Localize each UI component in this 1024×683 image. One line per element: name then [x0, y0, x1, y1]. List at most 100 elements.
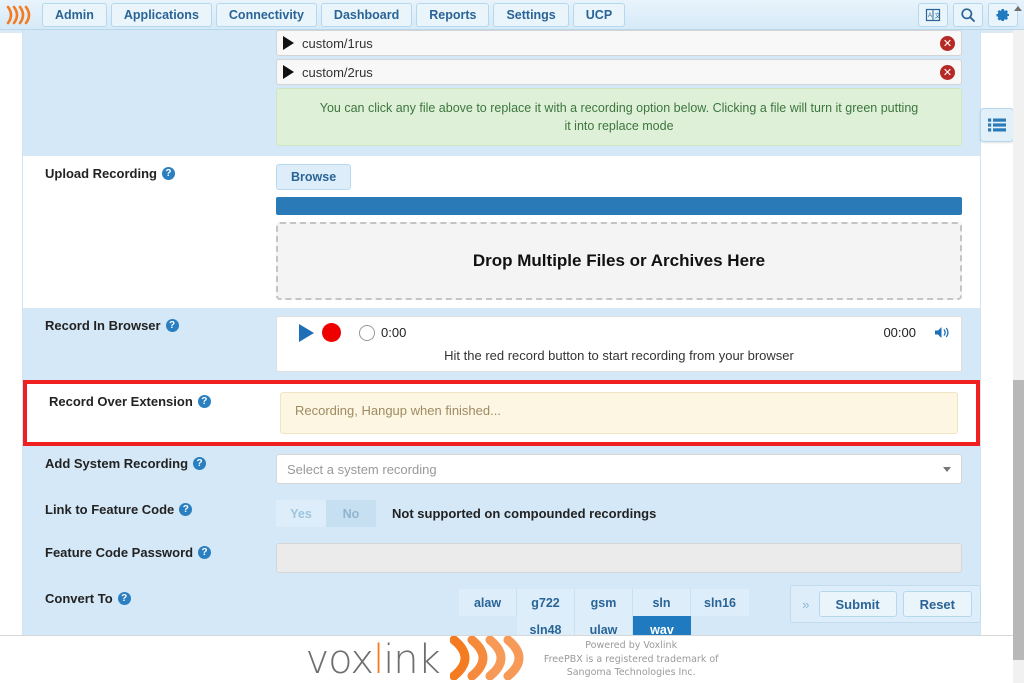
row-add-system-recording: Add System Recording ? Select a system r… — [23, 446, 980, 493]
format-alaw-button[interactable]: alaw — [459, 589, 517, 617]
help-icon[interactable]: ? — [165, 319, 179, 333]
record-in-browser-field-cell: 0:00 00:00 Hit the red record button to … — [268, 308, 980, 380]
row-upload-recording: Upload Recording ? Browse Drop Multiple … — [23, 156, 980, 309]
nav-dashboard-label: Dashboard — [333, 7, 400, 22]
total-time: 00:00 — [883, 325, 916, 341]
format-g722-button[interactable]: g722 — [517, 589, 575, 617]
feature-code-note: Not supported on compounded recordings — [392, 506, 657, 522]
chevron-down-icon — [943, 466, 951, 472]
nav-items: Admin Applications Connectivity Dashboar… — [42, 2, 626, 27]
player-controls: 0:00 00:00 — [287, 323, 951, 343]
link-feature-code-label: Link to Feature Code — [45, 502, 175, 518]
upload-recording-field-cell: Browse Drop Multiple Files or Archives H… — [268, 156, 980, 308]
speaker-icon[interactable] — [934, 325, 951, 340]
nav-reports[interactable]: Reports — [416, 2, 490, 27]
record-in-browser-label: Record In Browser — [45, 318, 161, 334]
system-recording-select-value: Select a system recording — [287, 461, 437, 477]
recorder-hint: Hit the red record button to start recor… — [444, 348, 794, 364]
nav-settings-label: Settings — [506, 7, 556, 22]
nav-ucp-label: UCP — [585, 7, 613, 22]
add-system-recording-field-cell: Select a system recording — [268, 446, 980, 492]
toggle-no-button[interactable]: No — [326, 500, 376, 528]
delete-circle-icon[interactable]: ✕ — [940, 35, 955, 51]
feature-code-password-input[interactable] — [276, 543, 962, 574]
language-icon: A 文 — [925, 8, 941, 21]
nav-connectivity[interactable]: Connectivity — [215, 2, 317, 27]
row-record-over-extension-highlighted: Record Over Extension ? Recording, Hangu… — [23, 380, 980, 447]
record-circle-icon[interactable] — [322, 323, 341, 343]
top-navigation-bar: Admin Applications Connectivity Dashboar… — [0, 0, 1024, 30]
format-sln16-button[interactable]: sln16 — [691, 589, 749, 617]
expand-actions-icon[interactable]: » — [799, 597, 812, 612]
filelist-container: custom/1rus ✕ custom/2rus ✕ You can clic… — [268, 30, 980, 156]
nav-connectivity-label: Connectivity — [228, 7, 304, 22]
convert-to-label: Convert To — [45, 591, 113, 607]
feature-code-password-label: Feature Code Password — [45, 545, 194, 561]
upload-recording-label-cell: Upload Recording ? — [23, 156, 268, 308]
nav-admin[interactable]: Admin — [42, 2, 107, 27]
page-scrollbar-thumb[interactable] — [1013, 380, 1024, 660]
current-time: 0:00 — [381, 325, 407, 341]
help-icon[interactable]: ? — [117, 592, 131, 606]
language-icon-button[interactable]: A 文 — [918, 2, 948, 27]
nav-dashboard[interactable]: Dashboard — [320, 2, 413, 27]
nav-reports-label: Reports — [429, 7, 477, 22]
nav-settings[interactable]: Settings — [493, 2, 569, 27]
footer-line-1: Powered by Voxlink — [585, 639, 678, 651]
record-over-extension-label: Record Over Extension — [49, 394, 193, 410]
feature-code-toggle-group: Yes No Not supported on compounded recor… — [276, 500, 962, 528]
play-icon[interactable] — [283, 65, 294, 79]
replace-mode-hint: You can click any file above to replace … — [276, 88, 962, 147]
file-dropzone[interactable]: Drop Multiple Files or Archives Here — [276, 222, 962, 301]
seek-handle[interactable] — [359, 324, 375, 341]
format-row-1: alaw g722 gsm sln sln16 — [459, 589, 749, 617]
reset-button[interactable]: Reset — [902, 591, 972, 617]
row-feature-code-password: Feature Code Password ? — [23, 535, 980, 582]
form-action-bar: » Submit Reset — [790, 585, 981, 623]
list-panel-icon — [988, 118, 1006, 132]
help-icon[interactable]: ? — [197, 395, 211, 409]
add-system-recording-label: Add System Recording — [45, 456, 189, 472]
voxlink-waves-icon — [449, 635, 530, 683]
page-scrollbar-track[interactable] — [1013, 30, 1024, 683]
nav-right-icons: A 文 — [918, 2, 1018, 27]
play-icon[interactable] — [283, 36, 294, 50]
search-icon-button[interactable] — [953, 2, 983, 27]
file-name: custom/1rus — [302, 35, 373, 51]
record-in-browser-label-cell: Record In Browser ? — [23, 308, 268, 380]
toggle-yes-button[interactable]: Yes — [276, 500, 326, 528]
format-sln-button[interactable]: sln — [633, 589, 691, 617]
gear-icon — [996, 8, 1009, 21]
help-icon[interactable]: ? — [161, 167, 175, 181]
nav-ucp[interactable]: UCP — [572, 2, 626, 27]
browse-button[interactable]: Browse — [276, 164, 352, 191]
system-recordings-form-panel: custom/1rus ✕ custom/2rus ✕ You can clic… — [22, 30, 981, 678]
submit-button[interactable]: Submit — [818, 591, 897, 617]
svg-text:A: A — [928, 13, 932, 19]
record-over-extension-field-cell: Recording, Hangup when finished... — [272, 384, 976, 442]
voxlink-waves-icon — [4, 2, 38, 28]
row-record-in-browser: Record In Browser ? 0:00 00:00 Hit the r… — [23, 308, 980, 381]
feature-code-password-field-cell — [268, 535, 980, 581]
footer-line-2: FreePBX is a registered trademark of — [543, 653, 719, 665]
nav-applications[interactable]: Applications — [110, 2, 212, 27]
delete-circle-icon[interactable]: ✕ — [940, 64, 955, 80]
list-item[interactable]: custom/1rus ✕ — [276, 30, 962, 56]
existing-recordings-section: custom/1rus ✕ custom/2rus ✕ You can clic… — [23, 30, 980, 157]
record-over-extension-label-cell: Record Over Extension ? — [27, 384, 272, 442]
list-panel-toggle-button[interactable] — [980, 108, 1014, 142]
help-icon[interactable]: ? — [179, 503, 193, 517]
audio-recorder-player: 0:00 00:00 Hit the red record button to … — [276, 316, 962, 373]
list-item[interactable]: custom/2rus ✕ — [276, 59, 962, 85]
help-icon[interactable]: ? — [198, 546, 212, 560]
footer-line-3: Sangoma Technologies Inc. — [566, 667, 696, 679]
upload-recording-label: Upload Recording — [45, 166, 157, 182]
help-icon[interactable]: ? — [193, 457, 207, 471]
play-icon[interactable] — [299, 323, 314, 342]
system-recording-select[interactable]: Select a system recording — [276, 454, 962, 485]
format-gsm-button[interactable]: gsm — [575, 589, 633, 617]
voxlink-wordmark: voxlink — [305, 636, 440, 683]
brand-pre: vox — [305, 636, 374, 683]
scroll-up-arrow-icon[interactable] — [1014, 6, 1022, 11]
link-feature-code-field-cell: Yes No Not supported on compounded recor… — [268, 492, 980, 535]
